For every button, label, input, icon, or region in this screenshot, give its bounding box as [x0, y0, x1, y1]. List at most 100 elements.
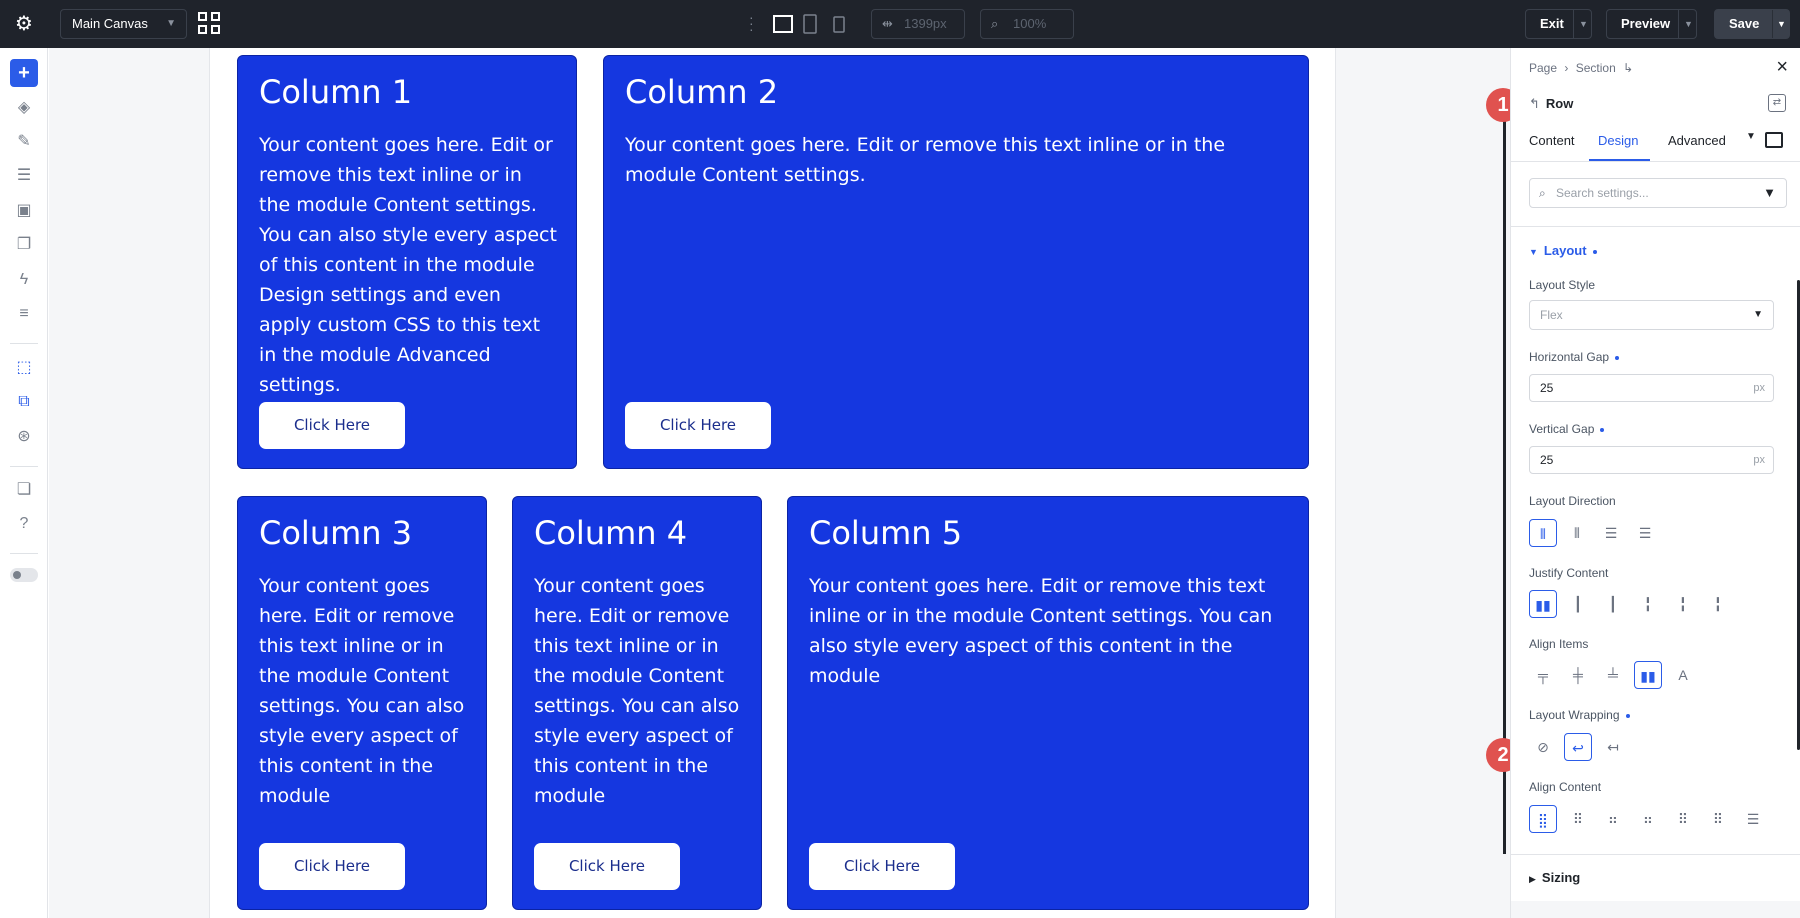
justify-end-icon[interactable]: ┃: [1599, 590, 1627, 618]
justify-center-icon[interactable]: ┃: [1564, 590, 1592, 618]
settings-panel: Page › Section ↳ × ↰ Row ⇄ Content Design…: [1510, 48, 1800, 918]
align-content-around-icon[interactable]: ⠿: [1669, 805, 1697, 833]
horizontal-gap-input[interactable]: 25 px: [1529, 374, 1774, 402]
column-title: Column 5: [809, 514, 963, 552]
breadcrumb-page[interactable]: Page: [1529, 61, 1557, 75]
portability-icon[interactable]: ❏: [10, 476, 38, 504]
layout-style-select[interactable]: Flex ▼: [1529, 300, 1774, 330]
design-icon[interactable]: ✎: [10, 128, 38, 156]
click-here-button[interactable]: Click Here: [625, 402, 771, 449]
click-here-button[interactable]: Click Here: [259, 402, 405, 449]
more-tabs-icon[interactable]: ▼: [1746, 131, 1756, 142]
tab-advanced[interactable]: Advanced: [1668, 133, 1726, 148]
align-baseline-icon[interactable]: A: [1669, 661, 1697, 689]
column-2[interactable]: Column 2 Your content goes here. Edit or…: [603, 55, 1309, 469]
align-center-icon[interactable]: ╪: [1564, 661, 1592, 689]
help-icon[interactable]: ?: [10, 510, 38, 538]
direction-row-reverse-icon[interactable]: ⫴: [1563, 519, 1591, 547]
pages-icon[interactable]: ❐: [10, 231, 38, 259]
align-start-icon[interactable]: ╤: [1529, 661, 1557, 689]
exit-button[interactable]: Exit ▼: [1525, 9, 1592, 39]
tab-content[interactable]: Content: [1529, 133, 1575, 148]
direction-column-icon[interactable]: ☰: [1597, 519, 1625, 547]
select-icon[interactable]: ⬚: [10, 354, 38, 382]
no-wrap-icon[interactable]: ⊘: [1529, 733, 1557, 761]
grid-view-icon[interactable]: [198, 12, 222, 36]
list-icon[interactable]: ≡: [10, 300, 38, 328]
history-icon[interactable]: ⊛: [10, 423, 38, 451]
tablet-view-icon[interactable]: [803, 13, 817, 35]
align-content-start-icon[interactable]: ⣿: [1529, 805, 1557, 833]
column-title: Column 1: [259, 73, 413, 111]
lightning-icon[interactable]: ϟ: [10, 266, 38, 294]
database-icon[interactable]: ☰: [10, 162, 38, 190]
sizing-section-label: Sizing: [1541, 870, 1581, 885]
element-name: Row: [1545, 96, 1574, 111]
align-stretch-icon[interactable]: ▮▮: [1634, 661, 1662, 689]
wrap-reverse-icon[interactable]: ↤: [1599, 733, 1627, 761]
canvas-width-value: 1399px: [904, 16, 947, 31]
save-button[interactable]: Save ▼: [1714, 9, 1790, 39]
desktop-view-icon[interactable]: [773, 13, 793, 35]
close-icon[interactable]: ×: [1776, 56, 1788, 79]
column-5[interactable]: Column 5 Your content goes here. Edit or…: [787, 496, 1309, 910]
click-here-button[interactable]: Click Here: [259, 843, 405, 890]
gear-icon[interactable]: ⚙: [12, 12, 36, 36]
element-title: ↰ Row: [1529, 96, 1573, 112]
preview-label: Preview: [1621, 16, 1671, 31]
canvas-select[interactable]: Main Canvas ▼: [60, 9, 187, 39]
zoom-field[interactable]: ⌕ 100%: [980, 9, 1074, 39]
preview-button[interactable]: Preview ▼: [1606, 9, 1697, 39]
align-content-center-icon[interactable]: ⠿: [1564, 805, 1592, 833]
layers-icon[interactable]: ◈: [10, 94, 38, 122]
click-here-button[interactable]: Click Here: [534, 843, 680, 890]
layout-style-value: Flex: [1540, 308, 1563, 322]
column-text: Your content goes here. Edit or remove t…: [625, 134, 1226, 186]
wrap-icon[interactable]: ↩: [1564, 733, 1592, 761]
exit-dropdown-icon[interactable]: ▼: [1579, 10, 1588, 38]
filter-icon[interactable]: ▼: [1763, 179, 1776, 207]
layout-direction-label: Layout Direction: [1529, 494, 1616, 508]
back-icon[interactable]: ↰: [1529, 96, 1540, 111]
mode-toggle[interactable]: [10, 568, 38, 582]
column-title: Column 3: [259, 514, 413, 552]
direction-row-icon[interactable]: ⫴: [1529, 519, 1557, 547]
align-content-stretch-icon[interactable]: ☰: [1739, 805, 1767, 833]
column-1[interactable]: Column 1 Your content goes here. Edit or…: [237, 55, 577, 469]
phone-view-icon[interactable]: [833, 13, 845, 35]
layout-section-label: Layout: [1543, 243, 1587, 258]
layout-icon[interactable]: ▣: [10, 197, 38, 225]
save-dropdown-icon[interactable]: ▼: [1777, 10, 1786, 38]
vertical-gap-input[interactable]: 25 px: [1529, 446, 1774, 474]
align-content-between-icon[interactable]: ⠶: [1634, 805, 1662, 833]
justify-around-icon[interactable]: ╏: [1669, 590, 1697, 618]
search-settings-input[interactable]: ⌕ Search settings... ▼: [1529, 178, 1787, 208]
tab-design[interactable]: Design: [1598, 133, 1638, 148]
chevron-down-icon: ▼: [166, 18, 176, 29]
column-3[interactable]: Column 3 Your content goes here. Edit or…: [237, 496, 487, 910]
settings-toggle-icon[interactable]: ⇄: [1768, 94, 1786, 112]
column-title: Column 2: [625, 73, 779, 111]
panel-footer: [1511, 901, 1800, 918]
justify-start-icon[interactable]: ▮▮: [1529, 590, 1557, 618]
column-4[interactable]: Column 4 Your content goes here. Edit or…: [512, 496, 762, 910]
column-text: Your content goes here. Edit or remove t…: [534, 575, 740, 807]
justify-between-icon[interactable]: ╏: [1634, 590, 1662, 618]
justify-evenly-icon[interactable]: ╏: [1704, 590, 1732, 618]
column-text: Your content goes here. Edit or remove t…: [809, 575, 1273, 687]
click-here-button[interactable]: Click Here: [809, 843, 955, 890]
canvas-width-field[interactable]: ⇹ 1399px: [871, 9, 965, 39]
sizing-section-header[interactable]: ▶ Sizing: [1529, 870, 1580, 885]
top-toolbar: ⚙ Main Canvas ▼ · · · ⇹ 1399px ⌕ 100% Exit…: [0, 0, 1800, 48]
window-icon[interactable]: [1765, 132, 1783, 148]
add-element-icon[interactable]: +: [10, 59, 38, 87]
drag-handle-icon[interactable]: · · ·: [749, 10, 754, 36]
multi-select-icon[interactable]: ⧉: [10, 388, 38, 416]
breadcrumb-section[interactable]: Section: [1576, 61, 1616, 75]
align-content-evenly-icon[interactable]: ⠿: [1704, 805, 1732, 833]
preview-dropdown-icon[interactable]: ▼: [1684, 10, 1693, 38]
align-content-end-icon[interactable]: ⠶: [1599, 805, 1627, 833]
direction-column-reverse-icon[interactable]: ☰: [1631, 519, 1659, 547]
layout-section-header[interactable]: ▼ Layout: [1529, 243, 1597, 258]
align-end-icon[interactable]: ╧: [1599, 661, 1627, 689]
